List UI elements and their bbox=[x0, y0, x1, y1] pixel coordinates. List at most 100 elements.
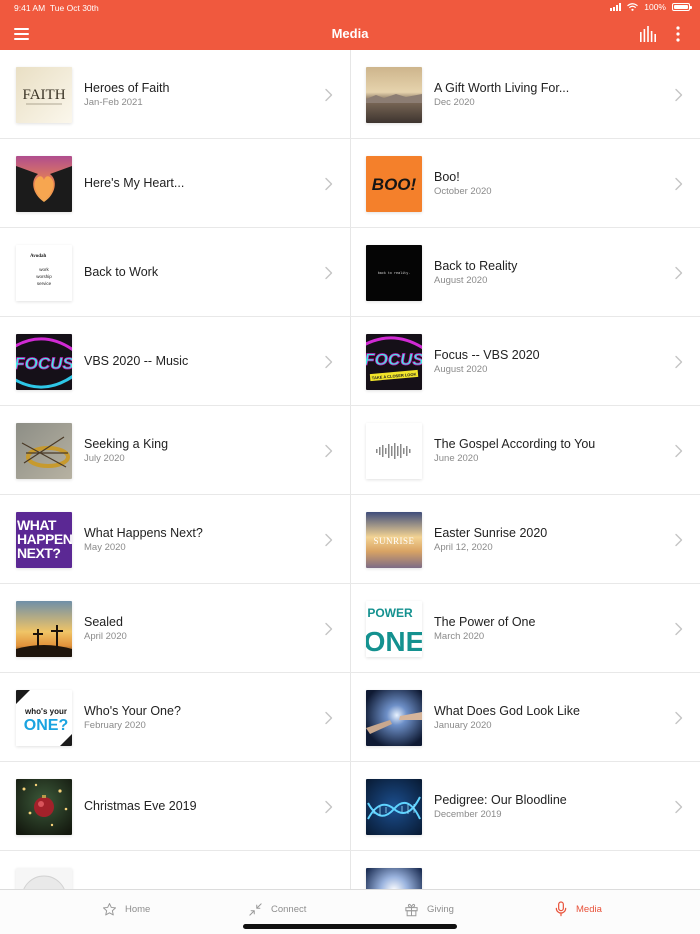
thumb-line: worship bbox=[36, 274, 52, 279]
thumb-caption: BOO! bbox=[372, 175, 417, 194]
item-title: Here's My Heart... bbox=[84, 176, 185, 190]
status-time: 9:41 AM Tue Oct 30th bbox=[14, 3, 99, 13]
series-thumbnail bbox=[16, 601, 72, 657]
media-list-item[interactable]: Here's My Heart... bbox=[0, 139, 350, 228]
chevron-right-icon bbox=[325, 711, 333, 725]
item-text: The Power of One March 2020 bbox=[434, 584, 660, 672]
tab-giving[interactable]: Giving bbox=[404, 890, 454, 928]
tab-home[interactable]: Home bbox=[102, 890, 150, 928]
item-date: October 2020 bbox=[434, 185, 492, 197]
chevron-right-icon bbox=[675, 88, 683, 102]
media-list-item[interactable]: Sealed April 2020 bbox=[0, 584, 350, 673]
series-thumbnail bbox=[16, 423, 72, 479]
series-thumbnail: FAITH bbox=[16, 67, 72, 123]
thumb-caption: back to reality. bbox=[378, 271, 411, 276]
chevron-right-icon bbox=[325, 177, 333, 191]
series-thumbnail: FOCUS bbox=[16, 334, 72, 390]
thumb-caption-top: who's your bbox=[24, 707, 67, 716]
item-date: August 2020 bbox=[434, 274, 488, 286]
item-text: Holy Spirit bbox=[434, 851, 660, 890]
series-thumbnail bbox=[16, 779, 72, 835]
media-list-item[interactable]: Holy Spirit bbox=[350, 851, 700, 890]
item-title: What Does God Look Like bbox=[434, 703, 580, 718]
item-text: Who's Your One? February 2020 bbox=[84, 673, 310, 761]
thumb-caption: ONE bbox=[366, 626, 422, 657]
chevron-right-icon bbox=[675, 355, 683, 369]
item-text: The Gospel According to You June 2020 bbox=[434, 406, 660, 494]
chevron-right-icon bbox=[325, 88, 333, 102]
item-text: #blessed bbox=[84, 851, 310, 890]
item-date: July 2020 bbox=[84, 452, 125, 464]
compress-arrows-icon bbox=[249, 902, 262, 916]
tab-media[interactable]: Media bbox=[554, 890, 602, 928]
media-list-item[interactable]: Christmas Eve 2019 bbox=[0, 762, 350, 851]
series-thumbnail: Avodah work worship service bbox=[16, 245, 72, 301]
item-text: Here's My Heart... bbox=[84, 139, 310, 227]
media-list-item[interactable]: SUNRISE Easter Sunrise 2020 April 12, 2020 bbox=[350, 495, 700, 584]
item-title: Back to Reality bbox=[434, 258, 518, 273]
item-title: What Happens Next? bbox=[84, 525, 203, 540]
item-title: A Gift Worth Living For... bbox=[434, 80, 570, 95]
page-title: Media bbox=[331, 26, 369, 41]
media-list-item[interactable]: who's your ONE? Who's Your One? February 20… bbox=[0, 673, 350, 762]
item-text: Back to Reality August 2020 bbox=[434, 228, 660, 316]
thumb-caption: ONE? bbox=[24, 717, 68, 734]
battery-icon bbox=[672, 3, 692, 11]
item-text: Easter Sunrise 2020 April 12, 2020 bbox=[434, 495, 660, 583]
media-list-item[interactable]: The Gospel According to You June 2020 bbox=[350, 406, 700, 495]
equalizer-icon[interactable] bbox=[639, 26, 657, 42]
chevron-right-icon bbox=[675, 800, 683, 814]
series-thumbnail bbox=[366, 67, 422, 123]
item-text: Pedigree: Our Bloodline December 2019 bbox=[434, 762, 660, 850]
thumb-caption: Avodah bbox=[30, 254, 47, 259]
item-text: Sealed April 2020 bbox=[84, 584, 310, 672]
series-thumbnail: WHATHAPPENSNEXT? bbox=[16, 512, 72, 568]
item-title: The Gospel According to You bbox=[434, 436, 596, 451]
media-list-item[interactable]: What Does God Look Like January 2020 bbox=[350, 673, 700, 762]
media-list-item[interactable]: Avodah work worship service Back to Work bbox=[0, 228, 350, 317]
status-bar: 9:41 AM Tue Oct 30th 100% bbox=[0, 0, 700, 16]
media-list-item[interactable]: FAITH Heroes of Faith Jan-Feb 2021 bbox=[0, 50, 350, 139]
series-thumbnail: BOO! bbox=[366, 156, 422, 212]
media-list-item[interactable]: BOO! Boo! October 2020 bbox=[350, 139, 700, 228]
item-date: June 2020 bbox=[434, 452, 479, 464]
item-title: Who's Your One? bbox=[84, 703, 181, 718]
item-text: What Does God Look Like January 2020 bbox=[434, 673, 660, 761]
item-title: Boo! bbox=[434, 169, 460, 184]
home-indicator bbox=[243, 924, 457, 929]
microphone-icon bbox=[555, 901, 567, 917]
series-thumbnail: back to reality. bbox=[366, 245, 422, 301]
media-list-item[interactable]: FOCUS TAKE A CLOSER LOOK Focus -- VBS 2020… bbox=[350, 317, 700, 406]
media-list-item[interactable]: Pedigree: Our Bloodline December 2019 bbox=[350, 762, 700, 851]
item-title: Heroes of Faith bbox=[84, 80, 170, 95]
thumb-caption-top: POWER bbox=[367, 606, 413, 620]
wifi-icon bbox=[627, 3, 639, 11]
item-title: Back to Work bbox=[84, 265, 159, 279]
series-thumbnail bbox=[366, 868, 422, 890]
more-vertical-icon[interactable] bbox=[673, 26, 683, 42]
thumb-line: work bbox=[39, 267, 49, 272]
media-list-item[interactable]: WHATHAPPENSNEXT? What Happens Next?May 20… bbox=[0, 495, 350, 584]
item-date: May 2020 bbox=[84, 541, 126, 553]
chevron-right-icon bbox=[675, 533, 683, 547]
tab-connect[interactable]: Connect bbox=[248, 890, 306, 928]
media-list-item[interactable]: back to reality. Back to Reality August 20… bbox=[350, 228, 700, 317]
media-list-item[interactable]: FOCUS VBS 2020 -- Music bbox=[0, 317, 350, 406]
thumb-caption: SUNRISE bbox=[373, 536, 414, 546]
item-date: Jan-Feb 2021 bbox=[84, 96, 143, 108]
item-text: Heroes of Faith Jan-Feb 2021 bbox=[84, 50, 310, 138]
item-date: March 2020 bbox=[434, 630, 485, 642]
item-text: Christmas Eve 2019 bbox=[84, 762, 310, 850]
tab-home-label: Home bbox=[125, 903, 151, 915]
chevron-right-icon bbox=[325, 444, 333, 458]
item-text: VBS 2020 -- Music bbox=[84, 317, 310, 405]
media-list-item[interactable]: A Gift Worth Living For... Dec 2020 bbox=[350, 50, 700, 139]
media-list-item[interactable]: ONE POWER The Power of One March 2020 bbox=[350, 584, 700, 673]
item-text: Back to Work bbox=[84, 228, 310, 316]
chevron-right-icon bbox=[325, 533, 333, 547]
item-title: VBS 2020 -- Music bbox=[84, 354, 189, 368]
series-thumbnail bbox=[16, 868, 72, 890]
media-list-item[interactable]: #blessed bbox=[0, 851, 350, 890]
item-date: January 2020 bbox=[434, 719, 492, 731]
media-list-item[interactable]: Seeking a King July 2020 bbox=[0, 406, 350, 495]
